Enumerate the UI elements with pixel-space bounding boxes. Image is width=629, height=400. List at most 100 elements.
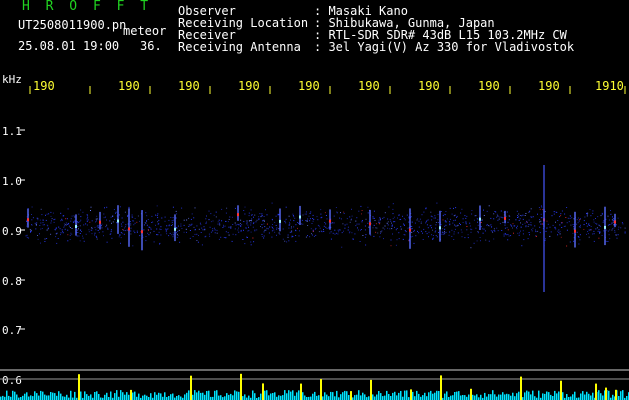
noise-pixel bbox=[503, 235, 505, 237]
noise-pixel bbox=[158, 219, 160, 221]
level-bar bbox=[312, 393, 314, 400]
level-bar bbox=[90, 394, 92, 400]
level-bar bbox=[316, 395, 318, 400]
noise-pixel bbox=[493, 218, 495, 220]
noise-pixel bbox=[471, 210, 473, 211]
level-bar bbox=[380, 393, 382, 400]
noise-pixel bbox=[276, 228, 278, 230]
noise-pixel bbox=[278, 228, 280, 230]
noise-pixel bbox=[248, 215, 250, 217]
noise-pixel bbox=[175, 232, 177, 234]
noise-pixel bbox=[221, 220, 223, 222]
noise-pixel bbox=[417, 230, 418, 232]
noise-pixel bbox=[77, 232, 79, 233]
level-bar bbox=[542, 393, 544, 400]
noise-pixel bbox=[392, 218, 394, 220]
noise-pixel bbox=[413, 230, 415, 232]
noise-pixel bbox=[139, 235, 141, 237]
level-bar bbox=[168, 396, 170, 400]
noise-pixel bbox=[483, 228, 485, 230]
noise-pixel bbox=[67, 229, 69, 231]
level-bar bbox=[14, 391, 16, 400]
echo-core bbox=[369, 222, 371, 226]
level-bar bbox=[484, 392, 486, 400]
noise-pixel bbox=[334, 233, 336, 235]
noise-pixel bbox=[540, 213, 542, 215]
noise-pixel bbox=[333, 222, 335, 224]
noise-pixel bbox=[42, 219, 44, 221]
noise-pixel bbox=[143, 224, 145, 226]
level-bar bbox=[150, 393, 152, 400]
noise-pixel bbox=[145, 236, 147, 237]
echo-core bbox=[174, 227, 176, 231]
noise-pixel bbox=[607, 241, 609, 242]
noise-pixel bbox=[360, 229, 362, 230]
level-bar bbox=[456, 391, 458, 400]
noise-pixel bbox=[238, 224, 240, 226]
noise-pixel bbox=[31, 206, 33, 208]
noise-pixel bbox=[422, 239, 424, 240]
noise-pixel bbox=[337, 229, 339, 231]
noise-pixel bbox=[441, 231, 443, 233]
noise-pixel bbox=[499, 223, 501, 225]
noise-pixel bbox=[354, 233, 356, 235]
noise-pixel bbox=[576, 231, 578, 233]
noise-pixel bbox=[265, 209, 266, 211]
noise-pixel bbox=[502, 221, 504, 223]
noise-pixel bbox=[449, 231, 451, 233]
noise-pixel bbox=[453, 239, 455, 240]
level-bar bbox=[274, 392, 276, 400]
noise-pixel bbox=[59, 228, 61, 230]
noise-pixel bbox=[504, 233, 506, 235]
noise-pixel bbox=[357, 229, 359, 231]
noise-pixel bbox=[228, 234, 230, 236]
noise-pixel bbox=[595, 218, 596, 219]
noise-pixel bbox=[51, 218, 53, 220]
noise-pixel bbox=[266, 214, 268, 216]
noise-pixel bbox=[437, 214, 439, 215]
noise-pixel bbox=[489, 225, 491, 227]
noise-pixel bbox=[202, 229, 204, 231]
noise-pixel bbox=[132, 245, 134, 247]
noise-pixel bbox=[52, 212, 54, 214]
noise-pixel bbox=[53, 219, 55, 221]
noise-pixel bbox=[96, 220, 97, 222]
noise-pixel bbox=[199, 222, 201, 224]
noise-pixel bbox=[344, 227, 346, 229]
noise-pixel bbox=[261, 224, 263, 226]
noise-pixel bbox=[502, 217, 504, 219]
noise-pixel bbox=[560, 236, 562, 238]
noise-pixel bbox=[609, 238, 611, 240]
noise-pixel bbox=[613, 218, 615, 220]
level-bar bbox=[354, 395, 356, 400]
level-bar bbox=[492, 390, 494, 400]
level-bar bbox=[236, 391, 238, 400]
noise-pixel bbox=[510, 224, 512, 226]
level-bar bbox=[602, 395, 604, 400]
peak-bar bbox=[130, 389, 132, 400]
noise-pixel bbox=[125, 224, 127, 226]
level-bar bbox=[386, 390, 388, 400]
noise-pixel bbox=[530, 222, 532, 223]
noise-pixel bbox=[89, 221, 91, 223]
noise-pixel bbox=[253, 241, 255, 243]
noise-pixel bbox=[282, 228, 284, 230]
noise-pixel bbox=[566, 245, 568, 247]
noise-pixel bbox=[201, 244, 203, 246]
noise-pixel bbox=[278, 232, 280, 234]
noise-pixel bbox=[172, 217, 174, 219]
noise-pixel bbox=[146, 220, 147, 222]
noise-pixel bbox=[91, 233, 93, 235]
noise-pixel bbox=[535, 235, 537, 237]
noise-pixel bbox=[316, 216, 318, 218]
noise-pixel bbox=[263, 220, 265, 222]
noise-pixel bbox=[172, 232, 174, 234]
noise-pixel bbox=[466, 215, 468, 217]
noise-pixel bbox=[408, 216, 410, 218]
noise-pixel bbox=[357, 227, 358, 229]
noise-pixel bbox=[113, 209, 115, 210]
noise-pixel bbox=[172, 206, 174, 208]
noise-pixel bbox=[460, 212, 462, 214]
noise-pixel bbox=[325, 226, 327, 228]
noise-pixel bbox=[53, 221, 55, 223]
